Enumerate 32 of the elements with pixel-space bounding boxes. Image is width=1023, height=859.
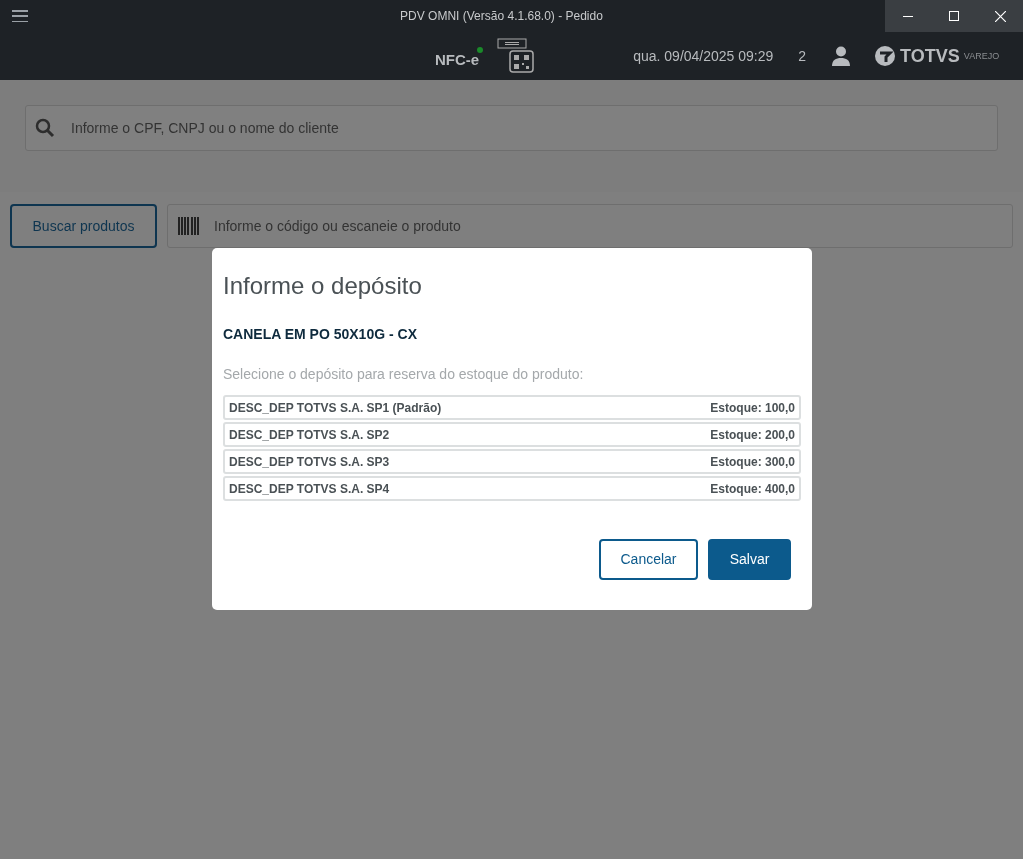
client-search-field[interactable]: Informe o CPF, CNPJ ou o nome do cliente (25, 105, 998, 151)
deposit-stock: Estoque: 300,0 (710, 453, 795, 471)
deposit-name: DESC_DEP TOTVS S.A. SP4 (229, 480, 390, 498)
deposit-stock: Estoque: 200,0 (710, 426, 795, 444)
deposit-stock: Estoque: 400,0 (710, 480, 795, 498)
window-title: PDV OMNI (Versão 4.1.68.0) - Pedido (400, 8, 603, 25)
deposit-option[interactable]: DESC_DEP TOTVS S.A. SP2 Estoque: 200,0 (223, 422, 801, 447)
logo-tagline: VAREJO (963, 50, 1000, 64)
save-button[interactable]: Salvar (708, 539, 791, 580)
cancel-button[interactable]: Cancelar (599, 539, 698, 580)
logo-name: TOTVS (900, 44, 960, 68)
deposit-option[interactable]: DESC_DEP TOTVS S.A. SP3 Estoque: 300,0 (223, 449, 801, 474)
deposit-name: DESC_DEP TOTVS S.A. SP1 (Padrão) (229, 399, 442, 417)
deposit-option[interactable]: DESC_DEP TOTVS S.A. SP1 (Padrão) Estoque: 100,0 (223, 395, 801, 420)
deposit-option[interactable]: DESC_DEP TOTVS S.A. SP4 Estoque: 400,0 (223, 476, 801, 501)
printer-qr-icon (497, 38, 536, 74)
close-icon (994, 10, 1006, 22)
dialog-instruction: Selecione o depósito para reserva do estoque do produto: (223, 365, 585, 384)
logo-icon (874, 45, 897, 67)
notification-count: 2 (798, 46, 807, 66)
product-code-field[interactable]: Informe o código ou escaneie o produto (167, 204, 1013, 248)
search-icon (35, 118, 55, 138)
product-name: CANELA EM PO 50X10G - CX (223, 325, 418, 344)
barcode-icon (178, 217, 200, 235)
deposit-stock: Estoque: 100,0 (710, 399, 795, 417)
fiscal-mode-label: NFC-e (435, 49, 480, 70)
user-icon[interactable] (832, 46, 851, 66)
deposit-name: DESC_DEP TOTVS S.A. SP3 (229, 453, 390, 471)
date-time: qua. 09/04/2025 09:29 (633, 46, 774, 66)
deposit-name: DESC_DEP TOTVS S.A. SP2 (229, 426, 390, 444)
menu-icon[interactable] (12, 10, 28, 22)
dialog-title: Informe o depósito (223, 271, 423, 301)
